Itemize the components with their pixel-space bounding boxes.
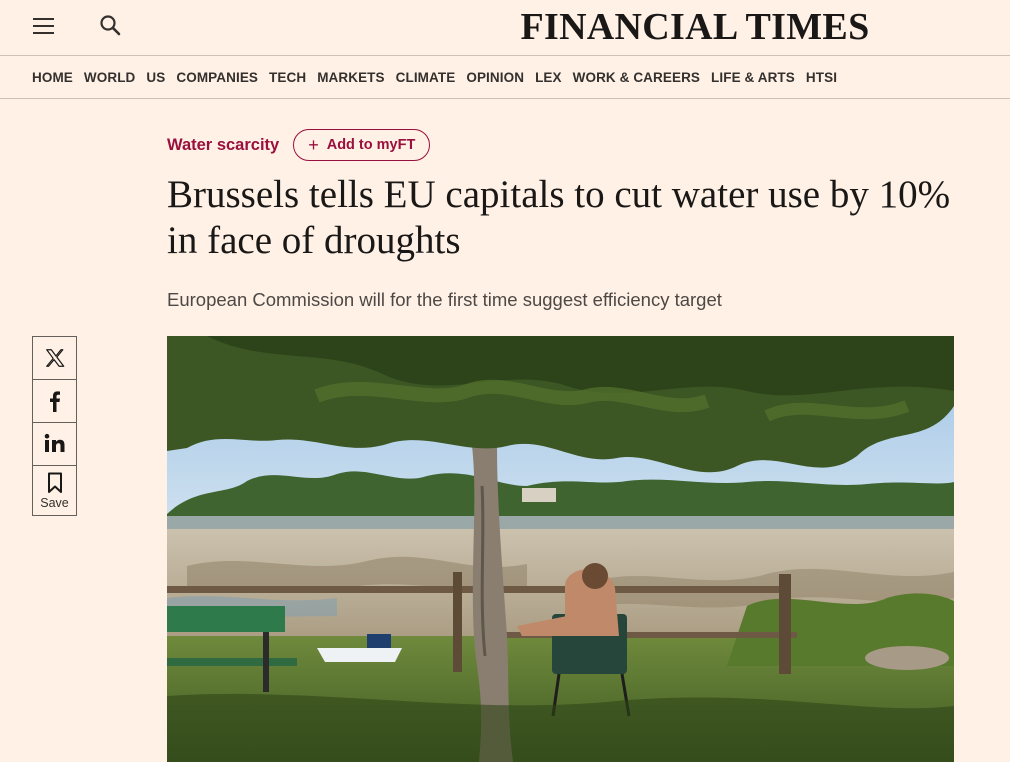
bookmark-icon <box>47 472 62 493</box>
hamburger-menu-icon[interactable] <box>30 13 58 41</box>
share-x-button[interactable] <box>32 336 77 380</box>
masthead-logo[interactable]: FINANCIAL TIMES <box>490 2 900 52</box>
nav-item-climate[interactable]: CLIMATE <box>396 70 456 85</box>
nav-item-us[interactable]: US <box>146 70 165 85</box>
main-navigation: HOME WORLD US COMPANIES TECH MARKETS CLI… <box>0 56 1010 99</box>
nav-item-htsi[interactable]: HTSI <box>806 70 837 85</box>
linkedin-icon <box>44 433 64 452</box>
x-twitter-icon <box>45 349 64 367</box>
article-lead-image <box>167 336 954 762</box>
nav-item-companies[interactable]: COMPANIES <box>176 70 258 85</box>
nav-item-home[interactable]: HOME <box>32 70 73 85</box>
nav-item-lex[interactable]: LEX <box>535 70 562 85</box>
article-headline: Brussels tells EU capitals to cut water … <box>167 173 951 262</box>
nav-item-tech[interactable]: TECH <box>269 70 306 85</box>
nav-item-markets[interactable]: MARKETS <box>317 70 384 85</box>
topic-link[interactable]: Water scarcity <box>167 136 279 155</box>
nav-item-opinion[interactable]: OPINION <box>466 70 524 85</box>
topic-row: Water scarcity + Add to myFT <box>167 129 431 161</box>
add-to-myft-label: Add to myFT <box>326 137 416 153</box>
facebook-icon <box>49 391 60 412</box>
share-linkedin-button[interactable] <box>32 422 77 466</box>
share-toolbar: Save <box>32 336 77 516</box>
article-standfirst: European Commission will for the first t… <box>167 289 722 310</box>
share-facebook-button[interactable] <box>32 379 77 423</box>
nav-item-life-arts[interactable]: LIFE & ARTS <box>711 70 795 85</box>
search-icon[interactable] <box>96 11 126 41</box>
nav-item-world[interactable]: WORLD <box>84 70 136 85</box>
nav-item-work-careers[interactable]: WORK & CAREERS <box>573 70 700 85</box>
add-to-myft-button[interactable]: + Add to myFT <box>293 129 431 161</box>
save-label: Save <box>40 495 69 510</box>
top-header: FINANCIAL TIMES <box>0 0 1010 56</box>
save-article-button[interactable]: Save <box>32 465 77 516</box>
plus-icon: + <box>308 135 319 155</box>
